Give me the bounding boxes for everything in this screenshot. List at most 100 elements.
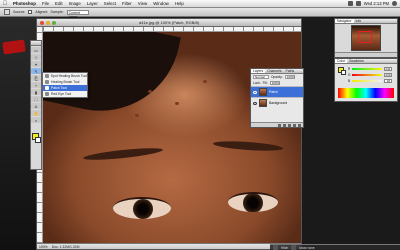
layer-name: Patch bbox=[269, 90, 278, 94]
dock-item[interactable]: show none bbox=[299, 246, 314, 250]
menu-select[interactable]: Select bbox=[101, 1, 119, 6]
volume-icon[interactable] bbox=[355, 1, 361, 6]
tab-channels[interactable]: Channels bbox=[265, 69, 283, 73]
menu-edit[interactable]: Edit bbox=[52, 1, 66, 6]
flyout-item-red-eye[interactable]: Red Eye Tool bbox=[43, 91, 87, 97]
menubar-clock[interactable]: Wed 2:13 PM bbox=[364, 1, 389, 6]
trash-icon[interactable] bbox=[298, 123, 301, 127]
finder-icon[interactable] bbox=[273, 245, 278, 250]
menu-view[interactable]: View bbox=[135, 1, 150, 6]
photo-blemish bbox=[175, 102, 179, 105]
navigator-panel-tabs: Navigator Info bbox=[335, 19, 397, 24]
move-tool-icon[interactable]: ⊹ bbox=[31, 54, 41, 60]
dock-item[interactable]: Hitch bbox=[281, 246, 288, 250]
flyout-item-label: Spot Healing Brush Tool bbox=[50, 74, 87, 78]
navigator-view-box[interactable] bbox=[358, 31, 372, 43]
tab-layers[interactable]: Layers bbox=[251, 69, 266, 73]
blue-value-field[interactable]: 26 bbox=[384, 79, 393, 83]
zoom-window-icon[interactable] bbox=[52, 21, 56, 25]
layer-visibility-icon[interactable] bbox=[253, 90, 257, 94]
flyout-item-label: Red Eye Tool bbox=[51, 92, 72, 96]
tools-panel-header[interactable] bbox=[31, 41, 41, 46]
blend-mode-select[interactable]: Normal bbox=[253, 75, 269, 79]
photo-right-eye bbox=[228, 192, 278, 212]
eraser-tool-icon[interactable]: ✧ bbox=[31, 82, 41, 88]
layers-panel: Layers Channels Paths Normal Opacity: 10… bbox=[250, 68, 304, 128]
photo-blemish bbox=[135, 114, 139, 117]
layer-row-patch[interactable]: Patch bbox=[251, 86, 303, 97]
pen-tool-icon[interactable]: ⛶ bbox=[31, 96, 41, 102]
layers-panel-footer bbox=[251, 122, 303, 127]
blue-slider[interactable] bbox=[352, 80, 383, 82]
tab-swatches[interactable]: Swatches bbox=[347, 59, 366, 63]
gradient-tool-icon[interactable]: ▮ bbox=[31, 89, 41, 95]
apple-menu-icon[interactable]:  bbox=[0, 1, 10, 7]
color-panel-tabs: Color Swatches bbox=[335, 59, 397, 64]
layer-row-background[interactable]: Background bbox=[251, 97, 303, 108]
minimize-window-icon[interactable] bbox=[46, 21, 50, 25]
tab-color[interactable]: Color bbox=[335, 59, 348, 63]
flyout-item-label: Patch Tool bbox=[51, 86, 67, 90]
tab-info[interactable]: Info bbox=[354, 19, 364, 23]
zoom-tool-icon[interactable]: ⌕ bbox=[31, 117, 41, 123]
green-value-field[interactable]: 239 bbox=[384, 73, 393, 77]
lock-label: Lock: bbox=[253, 81, 261, 85]
menu-layer[interactable]: Layer bbox=[84, 1, 101, 6]
color-background-swatch[interactable] bbox=[341, 70, 346, 75]
add-style-icon[interactable] bbox=[283, 123, 286, 127]
sample-select[interactable]: Current Layer bbox=[66, 9, 89, 19]
tab-navigator[interactable]: Navigator bbox=[335, 19, 354, 23]
clone-stamp-tool-icon[interactable]: ⎗ bbox=[31, 75, 41, 81]
aligned-checkbox[interactable] bbox=[28, 10, 33, 14]
color-panel: Color Swatches R 242 G 239 B 26 bbox=[334, 58, 398, 102]
layer-thumbnail bbox=[259, 88, 267, 96]
photo-blemish bbox=[203, 80, 207, 83]
menu-help[interactable]: Help bbox=[172, 1, 187, 6]
photo-right-eyebrow bbox=[212, 139, 284, 153]
healing-tool-icon[interactable]: ✎ bbox=[31, 68, 41, 74]
marquee-tool-icon[interactable]: ▭ bbox=[31, 47, 41, 53]
hand-tool-icon[interactable]: ✋ bbox=[31, 110, 41, 116]
type-tool-icon[interactable]: A bbox=[31, 103, 41, 109]
green-slider[interactable] bbox=[352, 74, 383, 76]
navigator-thumbnail[interactable] bbox=[351, 25, 381, 51]
wifi-icon[interactable] bbox=[347, 1, 353, 6]
add-mask-icon[interactable] bbox=[288, 123, 291, 127]
image-canvas[interactable] bbox=[43, 32, 301, 243]
green-slider-row: G 239 bbox=[348, 73, 393, 77]
menubar-status-area: Wed 2:13 PM bbox=[347, 1, 400, 6]
red-value-field[interactable]: 242 bbox=[384, 67, 393, 71]
background-color-swatch[interactable] bbox=[35, 137, 41, 143]
spotlight-search-icon[interactable] bbox=[392, 1, 397, 6]
aligned-label: Aligned bbox=[35, 10, 48, 14]
document-size[interactable]: Doc: 1.32M/1.32M bbox=[52, 245, 80, 249]
red-slider[interactable] bbox=[352, 68, 383, 70]
close-window-icon[interactable] bbox=[40, 21, 44, 25]
menu-image[interactable]: Image bbox=[66, 1, 84, 6]
opacity-field[interactable]: 100% bbox=[284, 75, 295, 79]
new-layer-icon[interactable] bbox=[293, 123, 296, 127]
fill-field[interactable]: 100% bbox=[269, 81, 280, 85]
lasso-tool-icon[interactable]: ⌖ bbox=[31, 61, 41, 67]
layer-name: Background bbox=[269, 101, 288, 105]
color-spectrum-bar[interactable] bbox=[338, 88, 394, 98]
window-controls bbox=[40, 21, 56, 25]
menu-window[interactable]: Window bbox=[150, 1, 172, 6]
tab-paths[interactable]: Paths bbox=[284, 69, 297, 73]
folder-icon[interactable] bbox=[291, 245, 297, 250]
layer-visibility-icon[interactable] bbox=[253, 101, 257, 105]
source-label: Source: bbox=[13, 10, 26, 14]
link-layers-icon[interactable] bbox=[278, 123, 281, 127]
layer-thumbnail bbox=[259, 99, 267, 107]
menu-filter[interactable]: Filter bbox=[119, 1, 135, 6]
tools-panel: ▭ ⊹ ⌖ ✎ ⎗ ✧ ▮ ⛶ A ✋ ⌕ bbox=[30, 40, 42, 170]
navigator-panel: Navigator Info bbox=[334, 18, 398, 58]
navigator-zoom-slider[interactable] bbox=[335, 52, 397, 57]
menu-photoshop[interactable]: Photoshop bbox=[10, 1, 39, 6]
zoom-level[interactable]: 100% bbox=[39, 245, 48, 249]
photo-blemish bbox=[148, 90, 152, 93]
document-titlebar[interactable]: d41e.jpg @ 100% (Patch, RGB/8) bbox=[37, 19, 301, 27]
sample-label: Sample: bbox=[50, 10, 64, 14]
menu-file[interactable]: File bbox=[39, 1, 52, 6]
tool-preset-picker[interactable] bbox=[4, 9, 10, 15]
